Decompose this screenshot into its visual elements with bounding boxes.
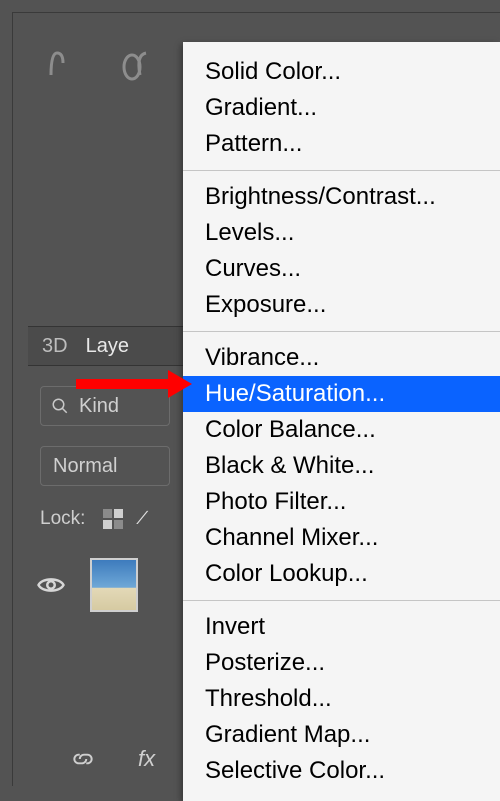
menu-hue-saturation[interactable]: Hue/Saturation... xyxy=(183,376,500,412)
menu-posterize[interactable]: Posterize... xyxy=(183,645,500,681)
menu-invert[interactable]: Invert xyxy=(183,609,500,645)
menu-vibrance[interactable]: Vibrance... xyxy=(183,340,500,376)
menu-gradient-map[interactable]: Gradient Map... xyxy=(183,717,500,753)
menu-group-fill: Solid Color... Gradient... Pattern... xyxy=(183,46,500,170)
layer-row[interactable] xyxy=(36,558,138,612)
menu-curves[interactable]: Curves... xyxy=(183,251,500,287)
top-tools xyxy=(40,42,154,88)
menu-threshold[interactable]: Threshold... xyxy=(183,681,500,717)
menu-brightness-contrast[interactable]: Brightness/Contrast... xyxy=(183,179,500,215)
lock-row: Lock: ∕ xyxy=(40,508,145,530)
eye-icon[interactable] xyxy=(36,570,66,600)
adjustment-layer-menu: Solid Color... Gradient... Pattern... Br… xyxy=(183,42,500,801)
lock-label: Lock: xyxy=(40,508,85,530)
menu-photo-filter[interactable]: Photo Filter... xyxy=(183,484,500,520)
tab-3d[interactable]: 3D xyxy=(42,335,68,358)
fx-icon[interactable]: fx xyxy=(138,746,155,772)
menu-black-white[interactable]: Black & White... xyxy=(183,448,500,484)
menu-selective-color[interactable]: Selective Color... xyxy=(183,753,500,789)
link-icon[interactable] xyxy=(70,746,96,772)
menu-group-special: Invert Posterize... Threshold... Gradien… xyxy=(183,601,500,797)
tool-icon-2[interactable] xyxy=(120,42,154,88)
menu-channel-mixer[interactable]: Channel Mixer... xyxy=(183,520,500,556)
menu-group-color: Vibrance... Hue/Saturation... Color Bala… xyxy=(183,332,500,600)
menu-levels[interactable]: Levels... xyxy=(183,215,500,251)
layer-filter-label: Kind xyxy=(79,395,119,418)
menu-exposure[interactable]: Exposure... xyxy=(183,287,500,323)
annotation-arrow xyxy=(76,372,192,396)
blend-mode-label: Normal xyxy=(53,455,117,478)
photoshop-app: 3D Laye Kind Normal Lock: ∕ fx Solid Col… xyxy=(0,0,500,786)
tool-icon-1[interactable] xyxy=(40,42,74,88)
tab-layers[interactable]: Laye xyxy=(86,335,129,358)
lock-pixels-icon[interactable] xyxy=(103,509,123,529)
lock-position-icon[interactable]: ∕ xyxy=(141,508,144,530)
menu-pattern[interactable]: Pattern... xyxy=(183,126,500,162)
menu-solid-color[interactable]: Solid Color... xyxy=(183,54,500,90)
menu-color-lookup[interactable]: Color Lookup... xyxy=(183,556,500,592)
search-icon xyxy=(51,397,69,415)
menu-group-tonal: Brightness/Contrast... Levels... Curves.… xyxy=(183,171,500,331)
blend-mode-select[interactable]: Normal xyxy=(40,446,170,486)
menu-gradient[interactable]: Gradient... xyxy=(183,90,500,126)
layer-thumbnail[interactable] xyxy=(90,558,138,612)
menu-color-balance[interactable]: Color Balance... xyxy=(183,412,500,448)
